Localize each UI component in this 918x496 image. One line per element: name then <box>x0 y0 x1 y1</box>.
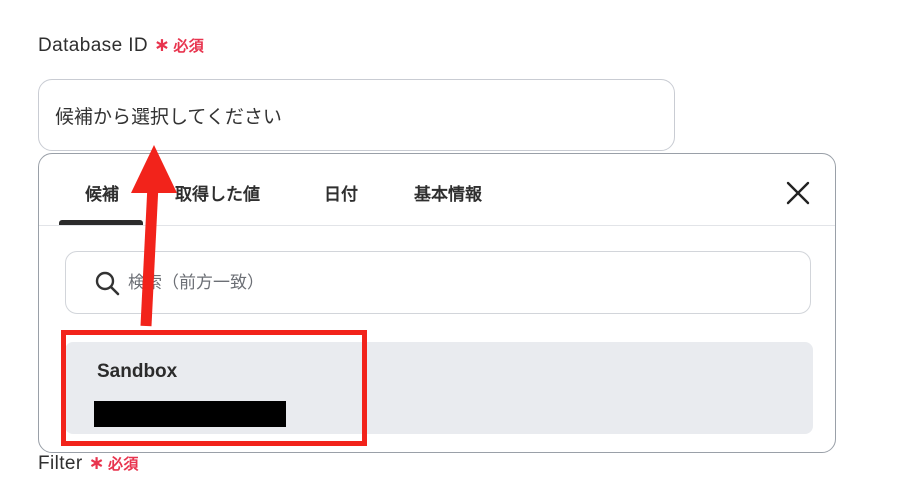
required-star: ∗ <box>88 453 105 474</box>
required-star: ∗ <box>154 35 171 56</box>
filter-label-text: Filter <box>38 452 83 474</box>
filter-label: Filter ∗ 必須 <box>38 452 139 475</box>
search-icon <box>95 271 120 295</box>
search-box[interactable] <box>65 251 811 314</box>
search-input[interactable] <box>126 271 730 294</box>
active-tab-indicator <box>59 220 143 225</box>
database-id-placeholder: 候補から選択してください <box>55 106 282 128</box>
tab-retrieved-values[interactable]: 取得した値 <box>175 180 260 205</box>
tab-basic-info[interactable]: 基本情報 <box>414 180 482 205</box>
required-text: 必須 <box>107 456 139 473</box>
option-sandbox[interactable]: Sandbox <box>65 342 813 434</box>
tab-date[interactable]: 日付 <box>324 180 358 205</box>
option-title: Sandbox <box>97 361 178 382</box>
database-id-select[interactable]: 候補から選択してください <box>38 79 675 151</box>
dropdown-tabs: 候補 取得した値 日付 基本情報 <box>39 154 835 226</box>
tab-candidates[interactable]: 候補 <box>85 180 119 205</box>
required-text: 必須 <box>173 38 205 55</box>
redacted-id <box>94 401 286 427</box>
database-id-label: Database ID ∗ 必須 <box>38 34 204 57</box>
suggestion-dropdown: 候補 取得した値 日付 基本情報 Sandbox <box>38 153 836 453</box>
database-id-label-text: Database ID <box>38 34 149 56</box>
close-icon[interactable] <box>783 178 813 208</box>
